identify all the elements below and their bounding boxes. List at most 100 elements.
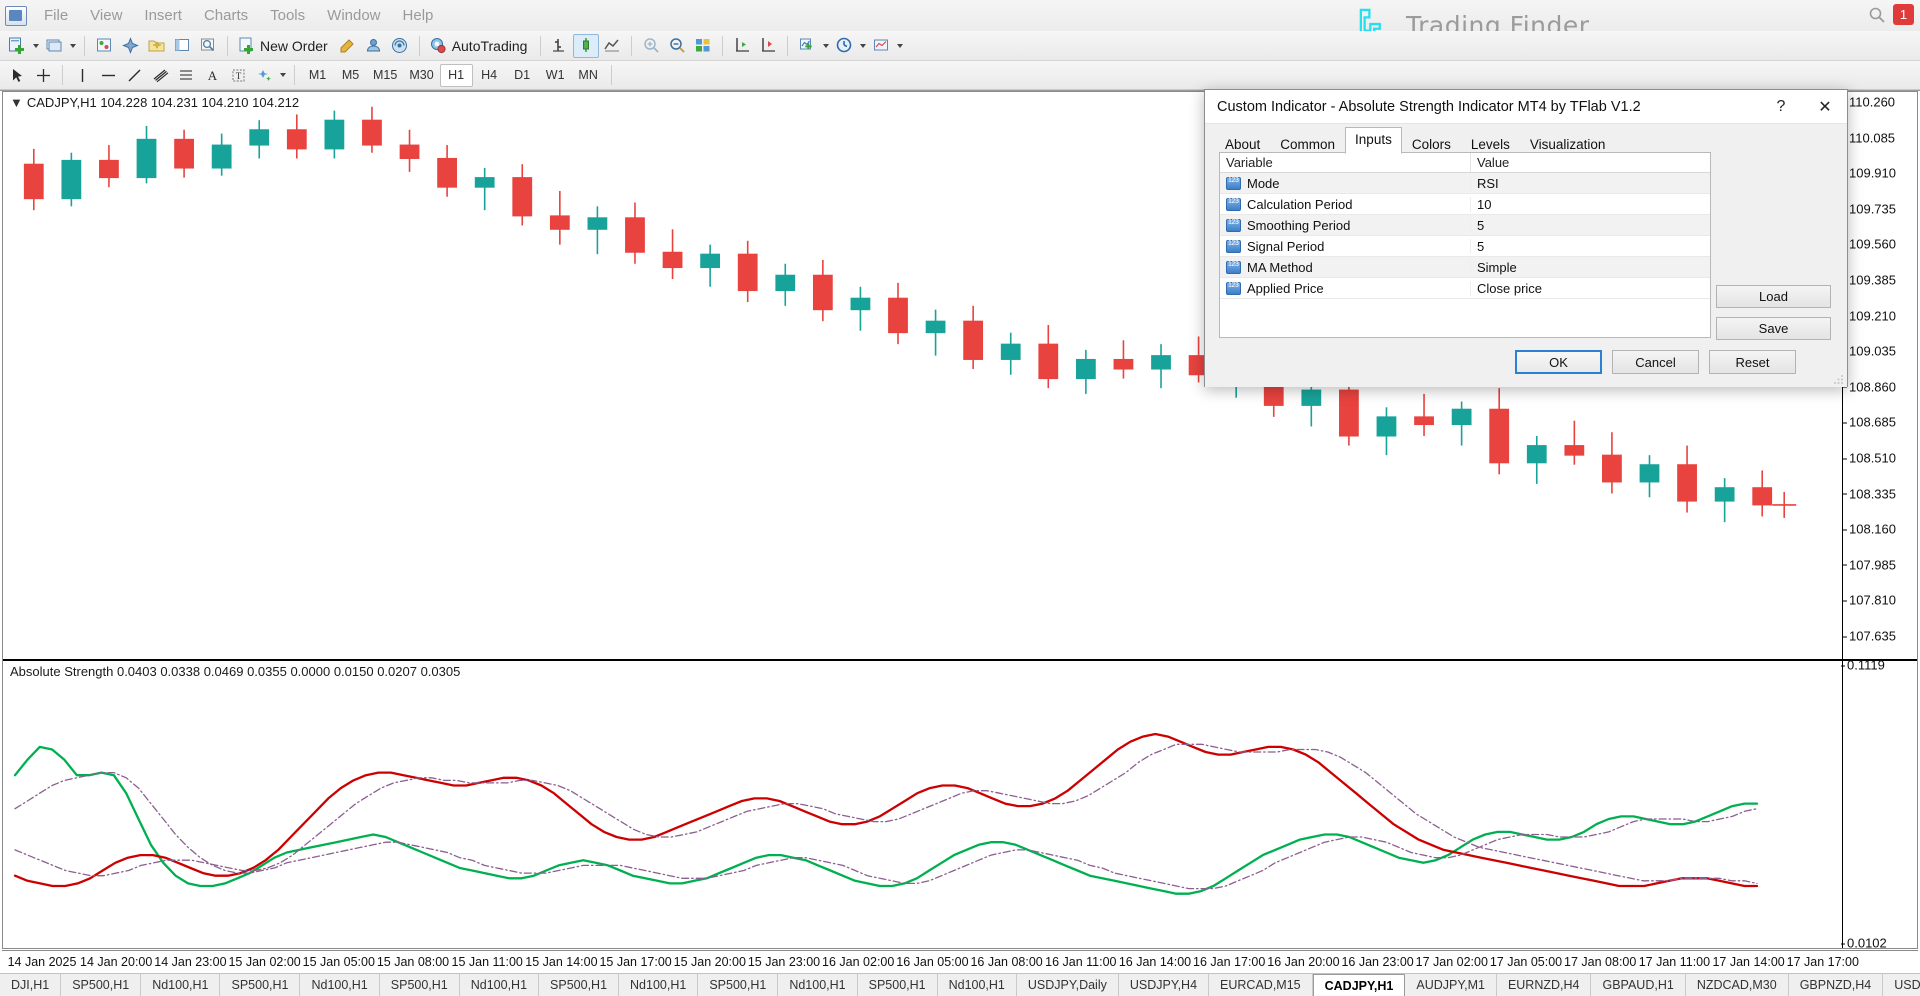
equidistant-channel-icon[interactable]: [173, 63, 199, 87]
variable-value[interactable]: RSI: [1470, 176, 1710, 191]
templates-dropdown-icon[interactable]: [894, 34, 905, 58]
chart-tab-nd100-h1[interactable]: Nd100,H1: [460, 974, 539, 996]
crosshair-icon[interactable]: [30, 63, 56, 87]
new-order-button[interactable]: New Order: [260, 38, 335, 54]
close-icon[interactable]: ✕: [1803, 91, 1847, 123]
menu-item-window[interactable]: Window: [316, 5, 391, 26]
variable-value[interactable]: Simple: [1470, 260, 1710, 275]
dialog-tabs[interactable]: AboutCommonInputsColorsLevelsVisualizati…: [1215, 127, 1615, 154]
menu-item-help[interactable]: Help: [392, 5, 445, 26]
indicators-icon[interactable]: [794, 34, 820, 58]
timeframe-d1[interactable]: D1: [506, 64, 539, 87]
help-icon[interactable]: ?: [1759, 91, 1803, 123]
strategy-tester-icon[interactable]: [195, 34, 221, 58]
inputs-grid-row[interactable]: ModeRSI: [1220, 173, 1710, 194]
indicator-pane[interactable]: Absolute Strength 0.0403 0.0338 0.0469 0…: [3, 661, 1917, 948]
load-button[interactable]: Load: [1716, 285, 1831, 308]
chart-tab-cadjpy-h1[interactable]: CADJPY,H1: [1313, 974, 1406, 996]
menu-item-insert[interactable]: Insert: [133, 5, 193, 26]
zoom-out-icon[interactable]: [664, 34, 690, 58]
periods-icon[interactable]: [831, 34, 857, 58]
timeframe-h1[interactable]: H1: [440, 64, 473, 87]
horizontal-line-icon[interactable]: [95, 63, 121, 87]
profiles-dropdown-icon[interactable]: [67, 34, 78, 58]
chart-tab-sp500-h1[interactable]: SP500,H1: [858, 974, 938, 996]
resize-grip-icon[interactable]: [1833, 373, 1845, 385]
chart-tab-sp500-h1[interactable]: SP500,H1: [539, 974, 619, 996]
shapes-icon[interactable]: [251, 63, 277, 87]
menu-item-charts[interactable]: Charts: [193, 5, 259, 26]
inputs-grid-row[interactable]: Signal Period5: [1220, 236, 1710, 257]
chart-tab-nd100-h1[interactable]: Nd100,H1: [938, 974, 1017, 996]
trendline-icon[interactable]: [121, 63, 147, 87]
chart-shift-icon[interactable]: [729, 34, 755, 58]
inputs-grid-row[interactable]: Applied PriceClose price: [1220, 278, 1710, 299]
autotrading-button[interactable]: AutoTrading: [452, 38, 535, 54]
metaeditor-icon[interactable]: [335, 34, 361, 58]
chart-tab-eurnzd-h4[interactable]: EURNZD,H4: [1497, 974, 1592, 996]
chart-tab-sp500-h1[interactable]: SP500,H1: [380, 974, 460, 996]
chart-tab-usdcad-h1[interactable]: USDCAD,H1: [1883, 974, 1920, 996]
chart-tab-usdjpy-h4[interactable]: USDJPY,H4: [1119, 974, 1209, 996]
ok-button[interactable]: OK: [1515, 350, 1602, 374]
chart-tab-sp500-h1[interactable]: SP500,H1: [698, 974, 778, 996]
zoom-in-icon[interactable]: [638, 34, 664, 58]
mql5-community-icon[interactable]: [361, 34, 387, 58]
cursor-icon[interactable]: [4, 63, 30, 87]
autotrading-icon[interactable]: [426, 34, 452, 58]
inputs-grid-row[interactable]: Calculation Period10: [1220, 194, 1710, 215]
bar-chart-icon[interactable]: [547, 34, 573, 58]
timeframe-m5[interactable]: M5: [334, 64, 367, 87]
terminal-icon[interactable]: [169, 34, 195, 58]
text-label-icon[interactable]: T: [225, 63, 251, 87]
chart-tab-gbpnzd-h4[interactable]: GBPNZD,H4: [1789, 974, 1884, 996]
dialog-title-bar[interactable]: Custom Indicator - Absolute Strength Ind…: [1205, 90, 1847, 124]
indicators-dropdown-icon[interactable]: [820, 34, 831, 58]
chart-tab-nd100-h1[interactable]: Nd100,H1: [778, 974, 857, 996]
indicator-axis[interactable]: 0.11190.0102: [1842, 661, 1917, 948]
menu-item-tools[interactable]: Tools: [259, 5, 316, 26]
variable-value[interactable]: Close price: [1470, 281, 1710, 296]
variable-value[interactable]: 5: [1470, 218, 1710, 233]
chart-tab-nd100-h1[interactable]: Nd100,H1: [300, 974, 379, 996]
notification-badge[interactable]: 1: [1893, 4, 1914, 25]
chart-tab-dji-h1[interactable]: DJI,H1: [0, 974, 61, 996]
save-button[interactable]: Save: [1716, 317, 1831, 340]
new-chart-dropdown-icon[interactable]: [30, 34, 41, 58]
chart-tab-audjpy-m1[interactable]: AUDJPY,M1: [1405, 974, 1497, 996]
timeframe-m1[interactable]: M1: [301, 64, 334, 87]
chart-tab-gbpaud-h1[interactable]: GBPAUD,H1: [1591, 974, 1685, 996]
dialog-tab-inputs[interactable]: Inputs: [1345, 127, 1402, 154]
timeframe-mn[interactable]: MN: [572, 64, 605, 87]
candlestick-icon[interactable]: [573, 34, 599, 58]
inputs-grid[interactable]: Variable Value ModeRSICalculation Period…: [1219, 152, 1711, 338]
menu-item-view[interactable]: View: [79, 5, 133, 26]
chart-tab-usdjpy-daily[interactable]: USDJPY,Daily: [1017, 974, 1119, 996]
cancel-button[interactable]: Cancel: [1612, 350, 1699, 374]
time-axis[interactable]: 14 Jan 202514 Jan 20:0014 Jan 23:0015 Ja…: [2, 950, 1918, 973]
signals-icon[interactable]: [387, 34, 413, 58]
periods-dropdown-icon[interactable]: [857, 34, 868, 58]
chart-tab-bar[interactable]: DJI,H1SP500,H1Nd100,H1SP500,H1Nd100,H1SP…: [0, 973, 1920, 996]
tile-windows-icon[interactable]: [690, 34, 716, 58]
chart-tab-nd100-h1[interactable]: Nd100,H1: [141, 974, 220, 996]
timeframe-m30[interactable]: M30: [403, 64, 439, 87]
timeframe-h4[interactable]: H4: [473, 64, 506, 87]
chart-tab-sp500-h1[interactable]: SP500,H1: [220, 974, 300, 996]
chart-tab-nd100-h1[interactable]: Nd100,H1: [619, 974, 698, 996]
menu-item-file[interactable]: File: [33, 5, 79, 26]
text-icon[interactable]: A: [199, 63, 225, 87]
inputs-grid-row[interactable]: MA MethodSimple: [1220, 257, 1710, 278]
templates-icon[interactable]: [868, 34, 894, 58]
timeframe-m15[interactable]: M15: [367, 64, 403, 87]
chart-tab-nzdcad-m30[interactable]: NZDCAD,M30: [1686, 974, 1789, 996]
line-chart-icon[interactable]: [599, 34, 625, 58]
reset-button[interactable]: Reset: [1709, 350, 1796, 374]
profiles-icon[interactable]: [41, 34, 67, 58]
auto-scroll-icon[interactable]: [755, 34, 781, 58]
custom-indicator-dialog[interactable]: Custom Indicator - Absolute Strength Ind…: [1204, 89, 1848, 387]
variable-value[interactable]: 10: [1470, 197, 1710, 212]
chart-tab-sp500-h1[interactable]: SP500,H1: [61, 974, 141, 996]
variable-value[interactable]: 5: [1470, 239, 1710, 254]
vertical-line-icon[interactable]: [69, 63, 95, 87]
